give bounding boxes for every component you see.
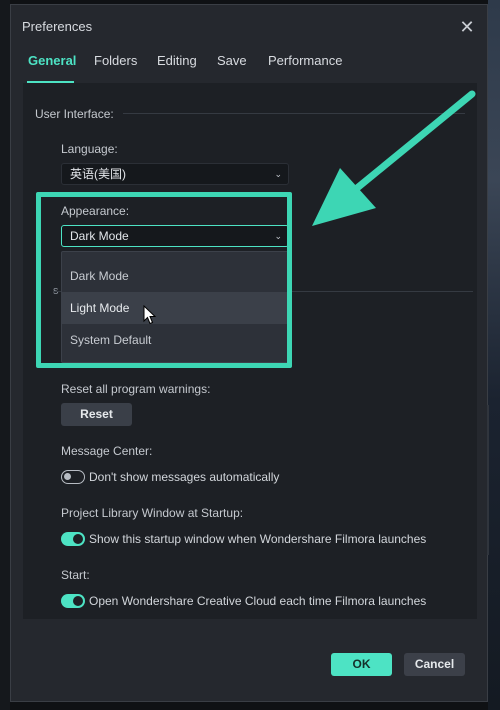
start-text: Open Wondershare Creative Cloud each tim… <box>89 594 427 608</box>
appearance-select[interactable]: Dark Mode ⌄ <box>61 225 289 247</box>
message-center-text: Don't show messages automatically <box>89 470 280 484</box>
chevron-down-icon: ⌄ <box>274 169 282 179</box>
preferences-dialog: Preferences ✕ General Folders Editing Sa… <box>10 4 489 702</box>
start-label: Start: <box>61 568 90 582</box>
project-library-label: Project Library Window at Startup: <box>61 506 244 520</box>
project-library-toggle[interactable] <box>61 532 85 546</box>
close-icon[interactable]: ✕ <box>457 17 477 37</box>
titlebar: Preferences ✕ <box>11 5 487 49</box>
tab-bar: General Folders Editing Save Performance <box>11 49 487 83</box>
appearance-label: Appearance: <box>61 204 130 218</box>
language-label: Language: <box>61 142 118 156</box>
option-dark-mode[interactable]: Dark Mode <box>62 260 290 292</box>
project-library-text: Show this startup window when Wondershar… <box>89 532 427 546</box>
appearance-value: Dark Mode <box>70 229 129 243</box>
language-select[interactable]: 英语(美国) ⌄ <box>61 163 289 185</box>
tab-save[interactable]: Save <box>217 53 247 68</box>
cancel-button[interactable]: Cancel <box>404 653 465 676</box>
scrollbar[interactable] <box>487 405 489 555</box>
option-system-default[interactable]: System Default <box>62 324 290 356</box>
message-center-toggle[interactable] <box>61 470 85 484</box>
language-value: 英语(美国) <box>70 167 126 181</box>
reset-button[interactable]: Reset <box>61 403 132 426</box>
backdrop-right <box>488 0 500 710</box>
ok-button[interactable]: OK <box>331 653 392 676</box>
start-toggle[interactable] <box>61 594 85 608</box>
section-user-interface: User Interface: <box>35 107 114 121</box>
tab-folders[interactable]: Folders <box>94 53 137 68</box>
general-settings-panel: User Interface: Language: 英语(美国) ⌄ Appea… <box>23 83 477 619</box>
option-light-mode[interactable]: Light Mode <box>62 292 290 324</box>
reset-warnings-label: Reset all program warnings: <box>61 382 211 396</box>
appearance-dropdown: Dark Mode Light Mode System Default <box>61 251 291 363</box>
dialog-title: Preferences <box>22 19 93 34</box>
tab-performance[interactable]: Performance <box>268 53 342 68</box>
chevron-down-icon: ⌄ <box>274 231 282 241</box>
backdrop-left <box>0 0 10 710</box>
tab-general[interactable]: General <box>28 53 76 68</box>
tab-editing[interactable]: Editing <box>157 53 197 68</box>
message-center-label: Message Center: <box>61 444 153 458</box>
section-divider <box>123 113 465 114</box>
